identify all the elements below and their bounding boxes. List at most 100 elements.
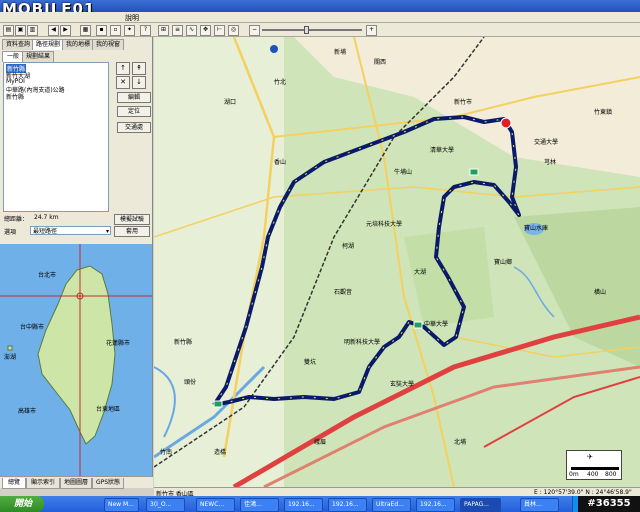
settings-icon[interactable]: ✦ [124,25,135,36]
tab-data-query[interactable]: 資料查詢 [2,39,34,50]
list-item[interactable]: 新竹縣 [6,92,24,101]
route-point-list[interactable]: 新竹縣 新竹大湖 MyPOI 中華路(內灣支道)公路 新竹縣 [3,62,109,212]
title-bar [0,0,640,12]
map-icon[interactable]: ⊞ [158,25,169,36]
overview-label: 台中縣市 [20,324,45,331]
distance-value: 24.7 km [34,214,59,221]
back-icon[interactable]: ◀ [48,25,59,36]
map-label: 清華大學 [430,147,455,154]
map-label: 雙坑 [304,359,317,366]
map-label: 寶山鄉 [494,259,513,266]
exchange-button[interactable]: 交通處 [117,122,151,133]
option-label: 選項 [4,229,17,236]
list-item[interactable]: MyPOI [6,78,25,85]
document-icon[interactable]: ▫ [110,25,121,36]
layer-icon[interactable]: ≡ [172,25,183,36]
map-label: 交通大學 [534,139,559,146]
print-icon[interactable]: ▥ [27,25,38,36]
distance-label: 總距離： [4,216,29,223]
route-icon[interactable]: ∿ [186,25,197,36]
move-top-icon[interactable]: ↟ [132,62,146,75]
tab-route-planning[interactable]: 路徑規劃 [32,39,64,50]
taskbar-item[interactable]: 佳鴻... [240,498,279,512]
taskbar-item[interactable]: 員林... [520,498,559,512]
overview-map[interactable]: 台北市 台中縣市 花蓮縣市 高雄市 台東地區 澎湖 [0,244,153,476]
menu-bar: 說明 [0,12,640,23]
tab-my-landmarks[interactable]: 我的地標 [62,39,94,50]
map-label: 寶山水庫 [524,225,549,232]
simulate-button[interactable]: 模擬試驗 [114,214,150,225]
overview-label: 澎湖 [4,354,17,361]
taskbar-item[interactable]: UltraEd... [372,498,411,512]
taskbar-item[interactable]: 192.16... [328,498,367,512]
locate-button[interactable]: 定位 [117,106,151,117]
zoom-slider-thumb[interactable] [304,26,309,34]
tab-overview[interactable]: 總覽 [2,478,26,489]
taskbar-item[interactable]: 192.16... [416,498,455,512]
file-open-icon[interactable]: ▤ [3,25,14,36]
taskbar-item[interactable]: PAPAG... [460,498,501,512]
overview-label: 台東地區 [96,406,121,413]
delete-icon[interactable]: ✕ [116,76,130,89]
tab-gps[interactable]: GPS狀態 [92,478,124,489]
overview-label: 台北市 [38,272,57,279]
overview-label: 花蓮縣市 [106,340,131,347]
taiwan-overview [0,244,152,476]
subtab-general[interactable]: 一般 [2,51,24,62]
overview-label: 高雄市 [18,408,37,415]
taskbar-item[interactable]: NEWC... [196,498,235,512]
zoom-slider-track[interactable] [262,29,362,31]
pan-icon[interactable]: ✥ [200,25,211,36]
taskbar-item[interactable]: New M... [104,498,139,512]
map-label: 石觀音 [334,289,353,296]
folder-icon[interactable]: ▦ [80,25,91,36]
apply-button[interactable]: 套用 [114,226,150,237]
map-label: 柯湖 [342,243,355,250]
compass-icon: ✈ [587,453,593,461]
map-label: 峨眉 [314,439,327,446]
map-label: 中華大學 [424,321,449,328]
map-label: 北埔 [454,439,467,446]
zoom-out-icon[interactable]: − [249,25,260,36]
subtab-route-result[interactable]: 規劃結果 [22,51,54,62]
map-label: 玄奘大學 [390,381,415,388]
route-option-select[interactable]: 最短路徑 ▾ [30,226,111,235]
map-label: 頭份 [184,379,197,386]
tab-my-windows[interactable]: 我的視窗 [92,39,124,50]
zoom-in-icon[interactable]: + [366,25,377,36]
disk-icon[interactable]: ▪ [96,25,107,36]
move-up-icon[interactable]: ↑ [116,62,130,75]
measure-icon[interactable]: ⊢ [214,25,225,36]
gps-icon[interactable]: ◎ [228,25,239,36]
chevron-down-icon: ▾ [105,228,109,235]
taskbar-item[interactable]: 192.16... [284,498,323,512]
move-down-icon[interactable]: ↓ [132,76,146,89]
map-label: 造橋 [214,449,227,456]
start-button[interactable]: 開始 [0,496,44,512]
scale-mark: 400 [587,471,599,478]
map-label: 新竹縣 [174,339,193,346]
forward-icon[interactable]: ▶ [60,25,71,36]
map-label: 新埔 [334,49,347,56]
map-label: 橫山 [594,289,607,296]
route-option-value: 最短路徑 [33,228,58,235]
watermark: #36355 [578,496,640,512]
map-label: 明新科技大學 [344,339,381,346]
scale-widget: ✈ 0m 400 800 [566,450,622,480]
tab-layers[interactable]: 地圖圖層 [60,478,92,489]
tab-index[interactable]: 顯示索引 [26,478,60,489]
help-icon[interactable]: ? [140,25,151,36]
save-icon[interactable]: ▣ [15,25,26,36]
scale-mark: 0m [569,471,579,478]
menu-item-help[interactable]: 說明 [125,13,139,23]
map-label: 牛埔山 [394,169,413,176]
scale-bar [571,467,619,470]
taskbar-item[interactable]: 3(I_O... [146,498,185,512]
main-map[interactable]: 湖口 竹北 新竹市 竹東鎮 芎林 寶山鄉 峨眉 北埔 橫山 關西 香山 新埔 頭… [154,37,640,487]
map-label: 香山 [274,159,287,166]
status-coords: E : 120°57'39.0" N : 24°46'58.9" [534,489,632,496]
bottom-tab-bar: 總覽 顯示索引 地圖圖層 GPS狀態 [0,476,153,489]
map-label: 關西 [374,59,387,66]
map-label: 芎林 [544,159,557,166]
edit-button[interactable]: 編輯 [117,92,151,103]
